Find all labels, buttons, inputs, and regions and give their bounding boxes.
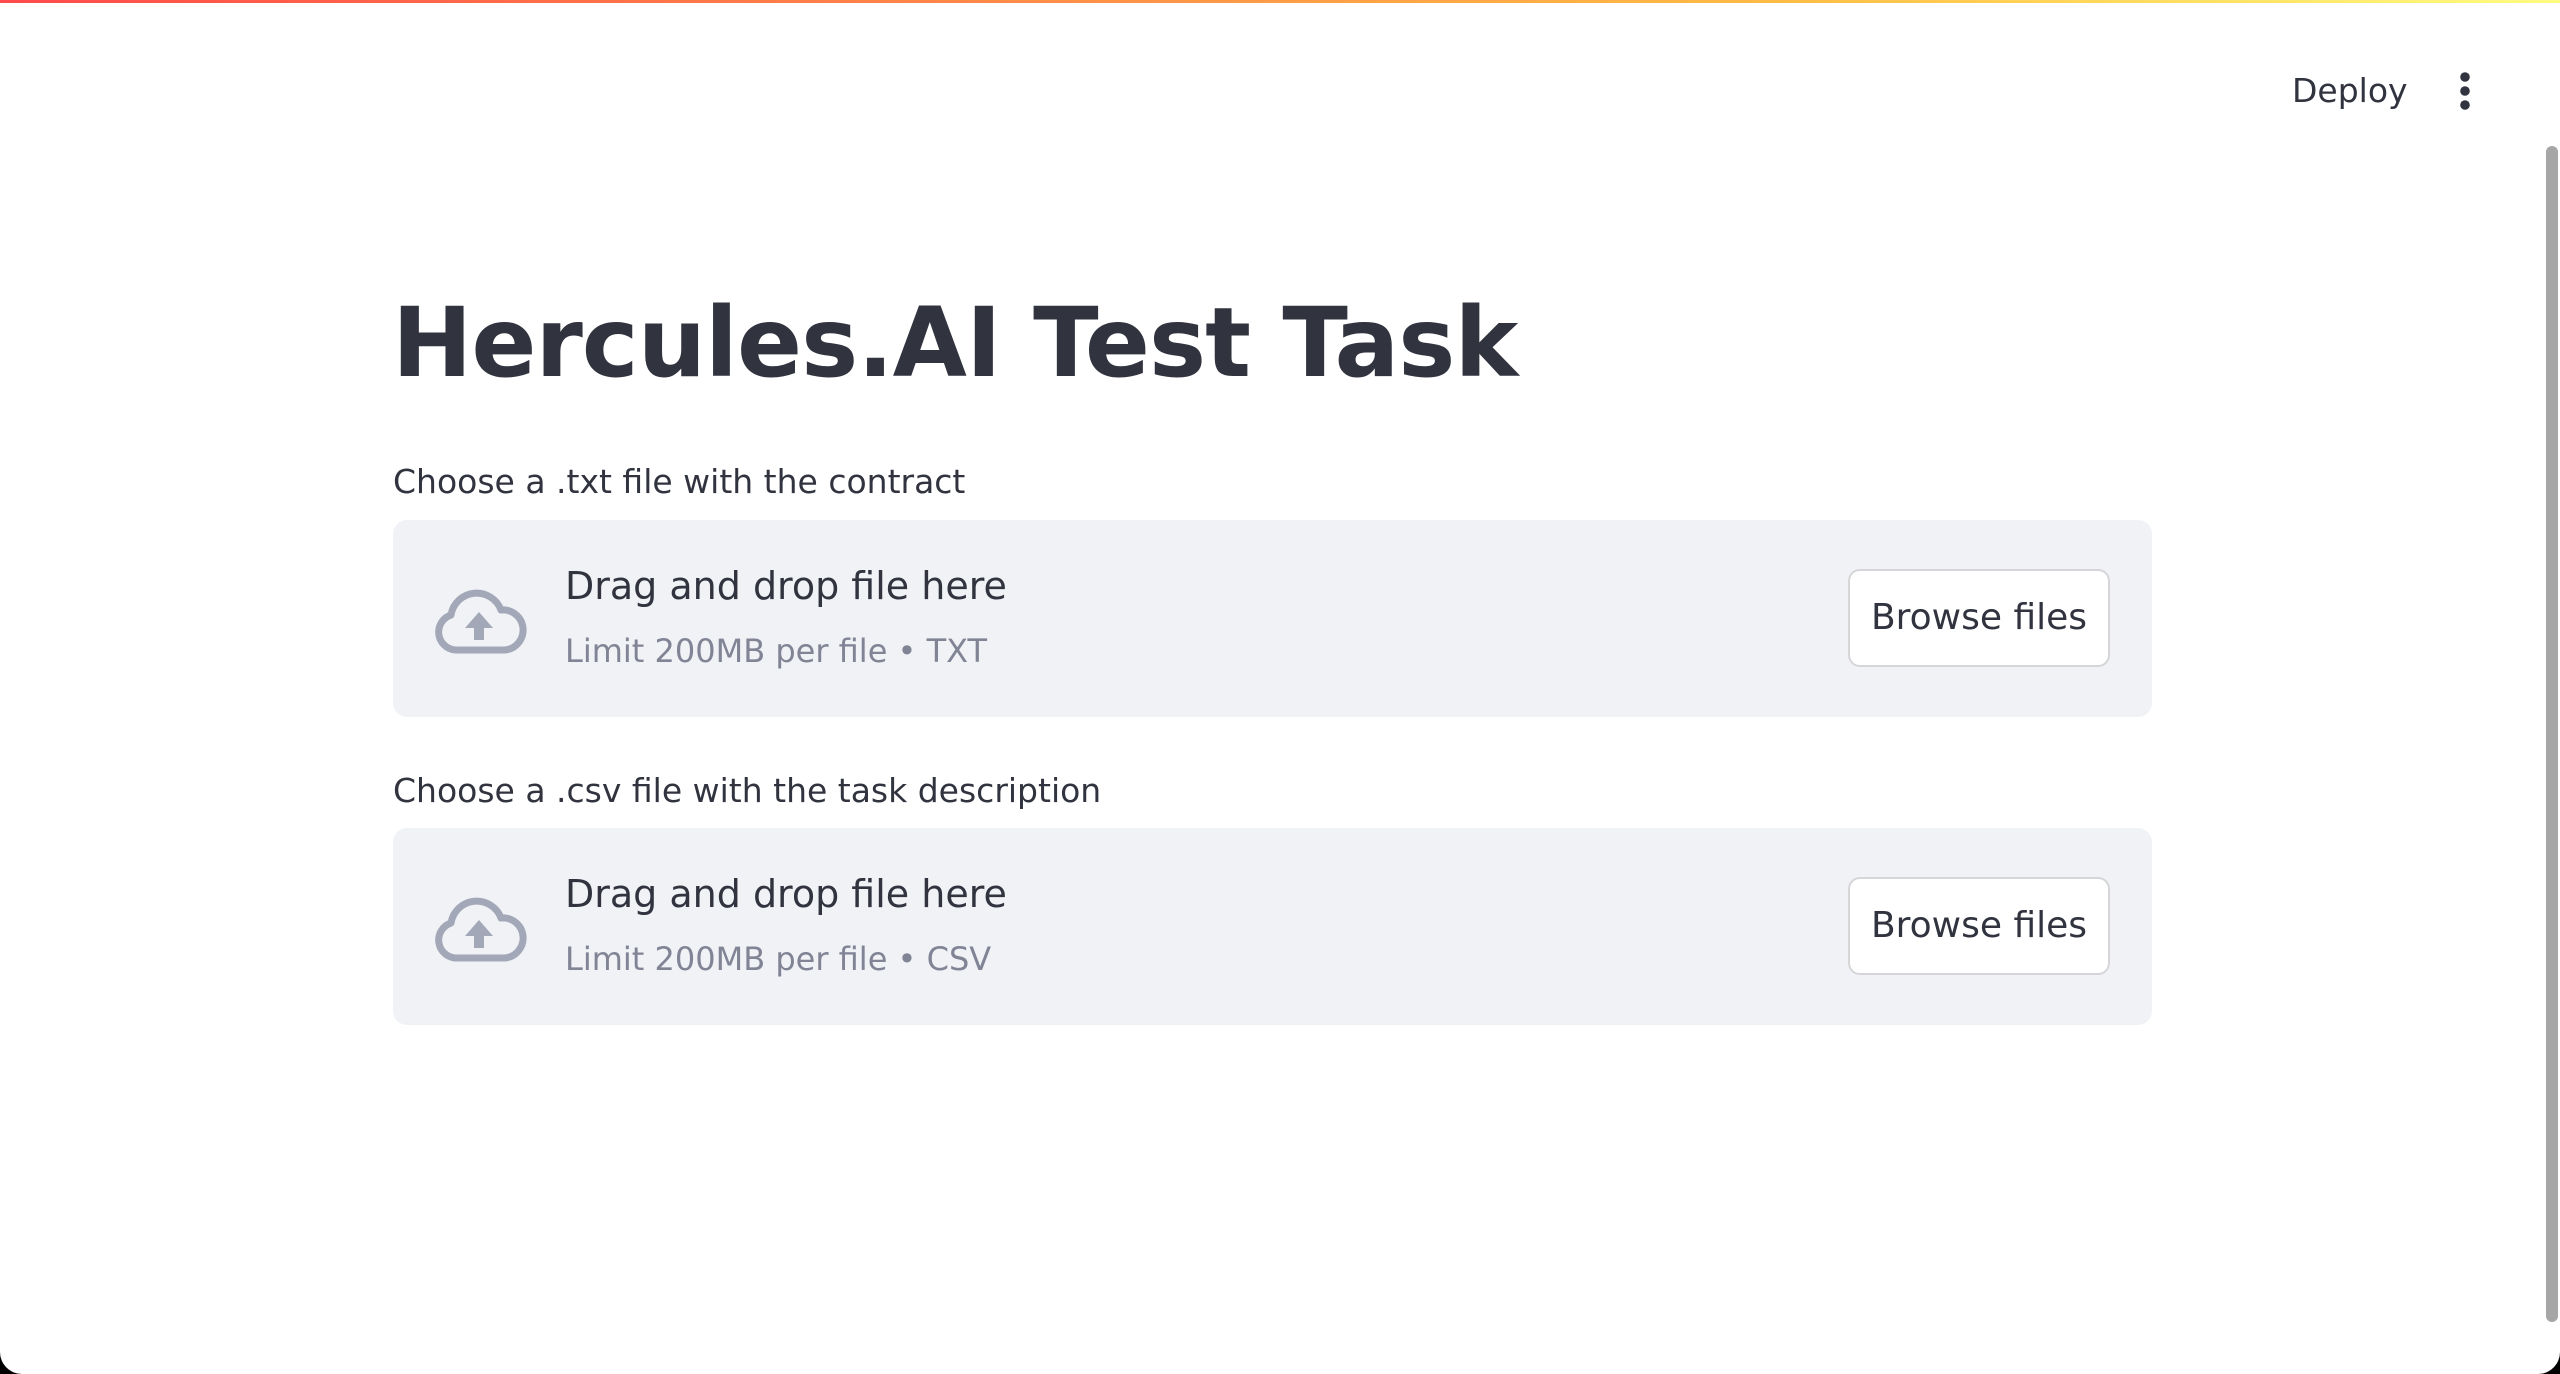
page-title: Hercules.AI Test Task [392,287,1518,399]
csv-file-dropzone[interactable]: Drag and drop file here Limit 200MB per … [393,828,2152,1025]
cloud-upload-icon [435,897,527,962]
deploy-button[interactable]: Deploy [2272,61,2428,121]
dropzone-limit-text: Limit 200MB per file • TXT [565,632,988,670]
browse-files-button[interactable]: Browse files [1848,877,2110,975]
dropzone-instructions: Drag and drop file here [565,564,1007,608]
browse-files-button[interactable]: Browse files [1848,569,2110,667]
vertical-scrollbar[interactable] [2546,146,2558,1322]
txt-uploader-label: Choose a .txt file with the contract [393,462,966,501]
app-window: Deploy Hercules.AI Test Task Choose a .t… [0,0,2560,1374]
cloud-upload-icon [435,589,527,654]
vertical-dots-icon [2460,72,2470,110]
csv-uploader-label: Choose a .csv file with the task descrip… [393,771,1102,810]
app-header: Deploy [0,3,2560,143]
main-menu-button[interactable] [2438,59,2492,123]
dropzone-instructions: Drag and drop file here [565,872,1007,916]
txt-file-dropzone[interactable]: Drag and drop file here Limit 200MB per … [393,520,2152,717]
dropzone-limit-text: Limit 200MB per file • CSV [565,940,992,978]
